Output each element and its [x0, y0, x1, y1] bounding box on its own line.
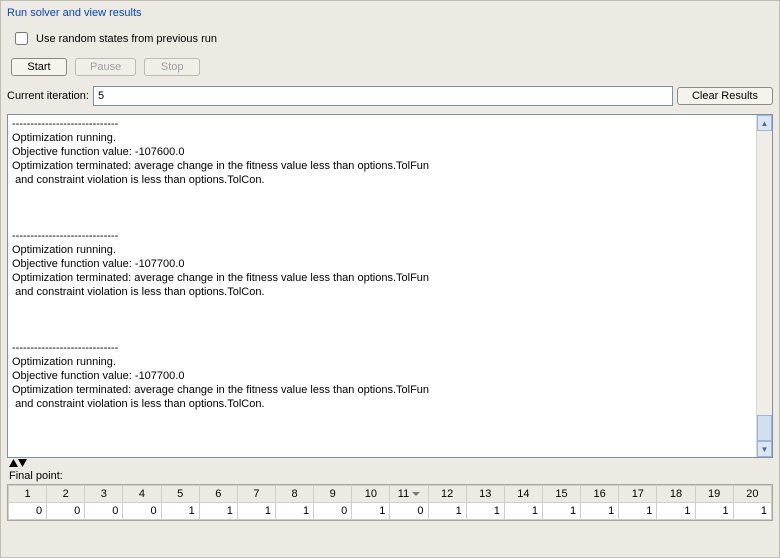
- section-title[interactable]: Run solver and view results: [7, 5, 773, 23]
- final-cell[interactable]: 1: [504, 503, 542, 520]
- final-cell[interactable]: 1: [161, 503, 199, 520]
- final-cell[interactable]: 1: [428, 503, 466, 520]
- final-col-header[interactable]: 19: [695, 486, 733, 503]
- expand-up-icon[interactable]: [9, 459, 18, 467]
- pause-button[interactable]: Pause: [75, 58, 136, 76]
- start-button[interactable]: Start: [11, 58, 67, 76]
- final-point-table: 1234567891011121314151617181920 00001111…: [8, 485, 772, 520]
- expand-down-icon[interactable]: [18, 459, 27, 467]
- iteration-input[interactable]: [93, 86, 673, 106]
- final-cell[interactable]: 1: [581, 503, 619, 520]
- final-col-header[interactable]: 3: [85, 486, 123, 503]
- sort-indicator-icon: [412, 492, 420, 496]
- final-col-header[interactable]: 20: [733, 486, 771, 503]
- final-cell[interactable]: 1: [466, 503, 504, 520]
- scroll-up-icon[interactable]: ▲: [757, 115, 772, 131]
- final-cell[interactable]: 1: [352, 503, 390, 520]
- output-panel: ----------------------------- Optimizati…: [7, 114, 773, 458]
- final-cell[interactable]: 0: [390, 503, 428, 520]
- final-col-header[interactable]: 2: [47, 486, 85, 503]
- final-cell[interactable]: 0: [123, 503, 161, 520]
- final-col-header[interactable]: 7: [237, 486, 275, 503]
- final-col-header[interactable]: 10: [352, 486, 390, 503]
- final-col-header[interactable]: 13: [466, 486, 504, 503]
- final-col-header[interactable]: 12: [428, 486, 466, 503]
- final-col-header[interactable]: 4: [123, 486, 161, 503]
- scroll-thumb[interactable]: [757, 415, 772, 441]
- scrollbar[interactable]: ▲ ▼: [756, 115, 772, 457]
- final-cell[interactable]: 1: [733, 503, 771, 520]
- final-cell[interactable]: 0: [314, 503, 352, 520]
- use-previous-label: Use random states from previous run: [36, 33, 217, 45]
- final-col-header[interactable]: 18: [657, 486, 695, 503]
- final-col-header[interactable]: 11: [390, 486, 428, 503]
- final-cell[interactable]: 1: [199, 503, 237, 520]
- final-col-header[interactable]: 1: [9, 486, 47, 503]
- final-cell[interactable]: 0: [85, 503, 123, 520]
- final-cell[interactable]: 1: [237, 503, 275, 520]
- final-cell[interactable]: 0: [47, 503, 85, 520]
- final-point-label: Final point:: [7, 468, 773, 484]
- stop-button[interactable]: Stop: [144, 58, 200, 76]
- final-col-header[interactable]: 8: [275, 486, 313, 503]
- final-point-table-wrap: 1234567891011121314151617181920 00001111…: [7, 484, 773, 521]
- final-cell[interactable]: 1: [695, 503, 733, 520]
- final-cell[interactable]: 1: [657, 503, 695, 520]
- final-col-header[interactable]: 5: [161, 486, 199, 503]
- final-cell[interactable]: 0: [9, 503, 47, 520]
- final-col-header[interactable]: 15: [542, 486, 580, 503]
- final-cell[interactable]: 1: [275, 503, 313, 520]
- final-col-header[interactable]: 16: [581, 486, 619, 503]
- final-col-header[interactable]: 6: [199, 486, 237, 503]
- clear-results-button[interactable]: Clear Results: [677, 87, 773, 105]
- final-cell[interactable]: 1: [542, 503, 580, 520]
- use-previous-row[interactable]: Use random states from previous run: [11, 29, 769, 48]
- split-handle[interactable]: [7, 458, 773, 468]
- use-previous-checkbox[interactable]: [15, 32, 28, 45]
- iteration-label: Current iteration:: [7, 90, 89, 102]
- scroll-down-icon[interactable]: ▼: [757, 441, 772, 457]
- final-col-header[interactable]: 14: [504, 486, 542, 503]
- final-col-header[interactable]: 9: [314, 486, 352, 503]
- output-text: ----------------------------- Optimizati…: [8, 115, 756, 457]
- final-cell[interactable]: 1: [619, 503, 657, 520]
- final-col-header[interactable]: 17: [619, 486, 657, 503]
